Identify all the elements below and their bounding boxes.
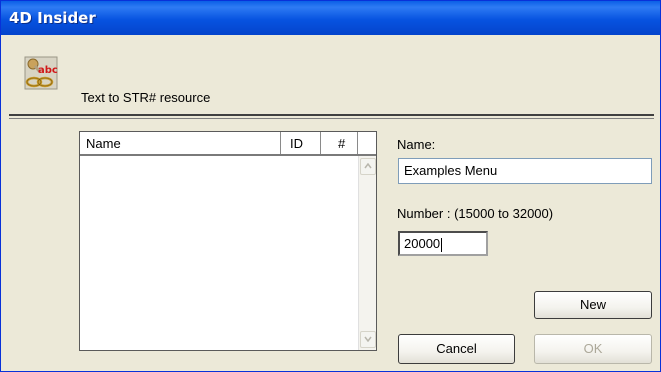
number-label: Number : (15000 to 32000) — [397, 206, 554, 221]
list-scrollbar[interactable] — [358, 156, 376, 350]
name-field[interactable]: Examples Menu — [398, 158, 652, 184]
chevron-down-icon — [364, 336, 372, 342]
number-field[interactable]: 20000 — [398, 231, 488, 256]
column-header-count[interactable]: # — [338, 136, 345, 151]
name-label: Name: — [397, 137, 436, 152]
name-field-value: Examples Menu — [404, 163, 498, 178]
chevron-up-icon — [364, 163, 372, 169]
text-caret — [441, 237, 443, 252]
text-to-resource-icon: abc — [23, 55, 59, 91]
window-title: 4D Insider — [9, 9, 96, 27]
dialog-window: 4D Insider abc Text to STR# resource Nam… — [0, 0, 661, 372]
separator — [9, 114, 654, 116]
new-button[interactable]: New — [534, 291, 652, 319]
column-divider[interactable] — [280, 132, 281, 154]
dialog-heading: Text to STR# resource — [81, 90, 211, 105]
ok-button[interactable]: OK — [534, 334, 652, 364]
cancel-button[interactable]: Cancel — [398, 334, 515, 364]
column-header-name[interactable]: Name — [86, 136, 121, 151]
number-field-value: 20000 — [404, 236, 441, 251]
column-divider[interactable] — [320, 132, 321, 154]
scroll-up-button[interactable] — [360, 158, 376, 175]
title-bar[interactable]: 4D Insider — [1, 1, 660, 35]
column-header-id[interactable]: ID — [290, 136, 303, 151]
svg-text:abc: abc — [38, 65, 58, 76]
scroll-down-button[interactable] — [360, 331, 376, 348]
separator-shadow — [9, 118, 654, 119]
list-header: Name ID # — [80, 132, 376, 156]
resource-list[interactable]: Name ID # — [79, 131, 377, 351]
column-divider[interactable] — [357, 132, 358, 154]
